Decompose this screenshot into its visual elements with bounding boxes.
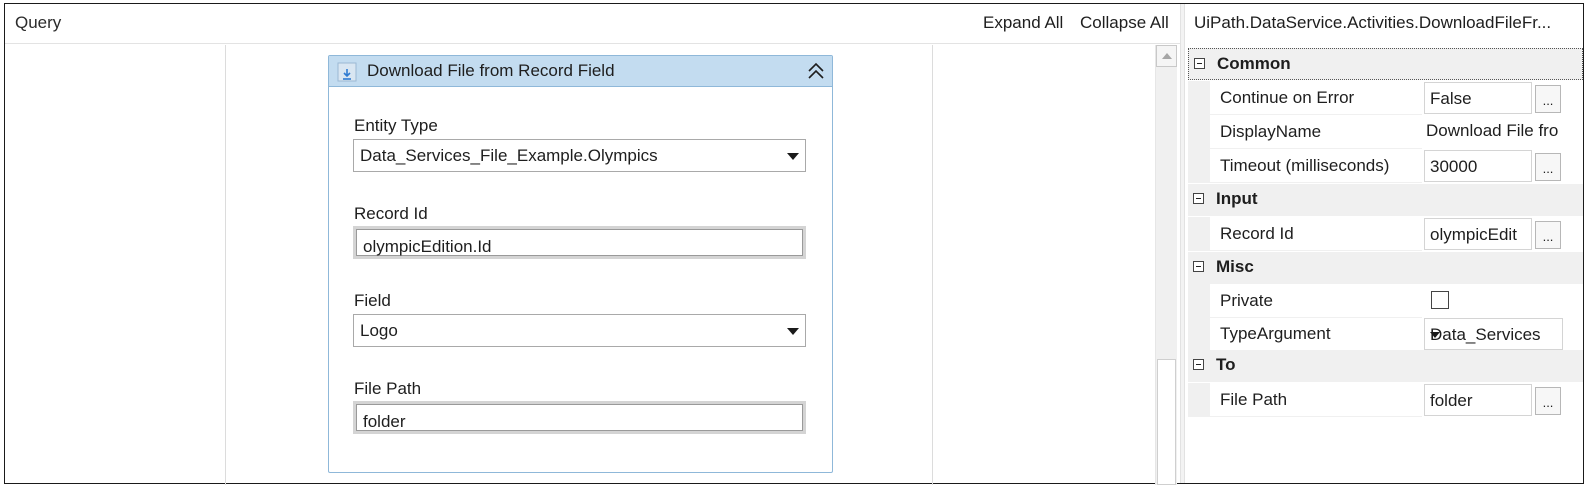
record-id-property-input[interactable]: olympicEdit <box>1424 218 1532 250</box>
entity-type-label: Entity Type <box>354 116 438 135</box>
category-to[interactable]: To <box>1188 350 1583 382</box>
category-misc[interactable]: Misc <box>1188 252 1583 284</box>
field-dropdown[interactable]: Logo <box>353 314 806 347</box>
ellipsis-button[interactable]: ... <box>1535 387 1561 415</box>
collapse-chevron-icon[interactable] <box>806 60 826 82</box>
category-name: To <box>1216 355 1236 374</box>
expand-all-button[interactable]: Expand All <box>983 13 1063 33</box>
property-row-continue-on-error: Continue on Error False ... <box>1188 81 1583 115</box>
property-name: File Path <box>1220 390 1288 409</box>
ellipsis-button[interactable]: ... <box>1535 221 1561 249</box>
property-name: Timeout (milliseconds) <box>1220 156 1390 175</box>
sequence-divider <box>932 45 933 485</box>
category-name: Input <box>1216 189 1258 208</box>
category-common[interactable]: Common <box>1188 48 1583 80</box>
activity-title: Download File from Record Field <box>367 61 615 80</box>
file-path-value: folder <box>363 412 406 431</box>
file-path-label: File Path <box>354 379 422 398</box>
scroll-up-button[interactable] <box>1156 45 1177 67</box>
collapse-box-icon[interactable] <box>1194 58 1205 69</box>
dropdown-arrow-icon <box>787 153 799 160</box>
record-id-label: Record Id <box>354 204 428 223</box>
displayname-value[interactable]: Download File fro <box>1426 121 1581 141</box>
entity-type-value: Data_Services_File_Example.Olympics <box>360 146 658 165</box>
property-name: Continue on Error <box>1220 88 1355 107</box>
studio-window: Query Expand All Collapse All Download F… <box>4 3 1585 485</box>
continue-on-error-input[interactable]: False <box>1424 82 1532 114</box>
designer-panel: Query Expand All Collapse All Download F… <box>5 4 1180 485</box>
sequence-divider <box>225 45 226 485</box>
field-label: Field <box>354 291 391 310</box>
property-row-file-path: File Path folder ... <box>1188 383 1583 417</box>
designer-canvas: Download File from Record Field Entity T… <box>5 45 1155 485</box>
download-icon <box>337 62 357 82</box>
ellipsis-button[interactable]: ... <box>1535 153 1561 181</box>
dropdown-arrow-icon <box>1430 332 1440 338</box>
file-path-input[interactable]: folder <box>353 401 806 434</box>
property-name: TypeArgument <box>1220 324 1331 343</box>
property-name: Private <box>1220 291 1273 310</box>
dropdown-arrow-icon <box>787 328 799 335</box>
breadcrumb[interactable]: Query <box>15 13 61 33</box>
properties-title: UiPath.DataService.Activities.DownloadFi… <box>1194 13 1552 32</box>
designer-header: Query Expand All Collapse All <box>5 4 1180 44</box>
collapse-box-icon[interactable] <box>1193 261 1204 272</box>
designer-scrollbar[interactable] <box>1155 45 1177 485</box>
collapse-box-icon[interactable] <box>1193 359 1204 370</box>
property-name: DisplayName <box>1220 122 1322 141</box>
record-id-value: olympicEdition.Id <box>363 237 492 256</box>
properties-panel: UiPath.DataService.Activities.DownloadFi… <box>1188 4 1585 483</box>
ellipsis-button[interactable]: ... <box>1535 85 1561 113</box>
download-file-activity[interactable]: Download File from Record Field Entity T… <box>328 55 833 473</box>
property-row-typeargument: TypeArgument Data_Services <box>1188 317 1583 351</box>
property-row-private: Private <box>1188 284 1583 318</box>
scroll-thumb[interactable] <box>1157 359 1176 485</box>
panel-splitter[interactable] <box>1180 4 1185 483</box>
property-row-record-id: Record Id olympicEdit ... <box>1188 217 1583 251</box>
record-id-input[interactable]: olympicEdition.Id <box>353 226 806 259</box>
entity-type-dropdown[interactable]: Data_Services_File_Example.Olympics <box>353 139 806 172</box>
property-row-displayname: DisplayName Download File fro <box>1188 115 1583 149</box>
category-input[interactable]: Input <box>1188 184 1583 216</box>
file-path-property-input[interactable]: folder <box>1424 384 1532 416</box>
collapse-box-icon[interactable] <box>1193 193 1204 204</box>
field-value: Logo <box>360 321 398 340</box>
file-path-input-border <box>356 404 803 431</box>
activity-header[interactable]: Download File from Record Field <box>329 56 832 87</box>
up-arrow-icon <box>1162 53 1172 59</box>
typeargument-dropdown[interactable]: Data_Services <box>1424 318 1563 350</box>
private-checkbox[interactable] <box>1431 291 1449 309</box>
property-name: Record Id <box>1220 224 1294 243</box>
category-name: Misc <box>1216 257 1254 276</box>
property-row-timeout: Timeout (milliseconds) 30000 ... <box>1188 149 1583 183</box>
timeout-input[interactable]: 30000 <box>1424 150 1532 182</box>
collapse-all-button[interactable]: Collapse All <box>1080 13 1169 33</box>
category-name: Common <box>1217 54 1291 73</box>
